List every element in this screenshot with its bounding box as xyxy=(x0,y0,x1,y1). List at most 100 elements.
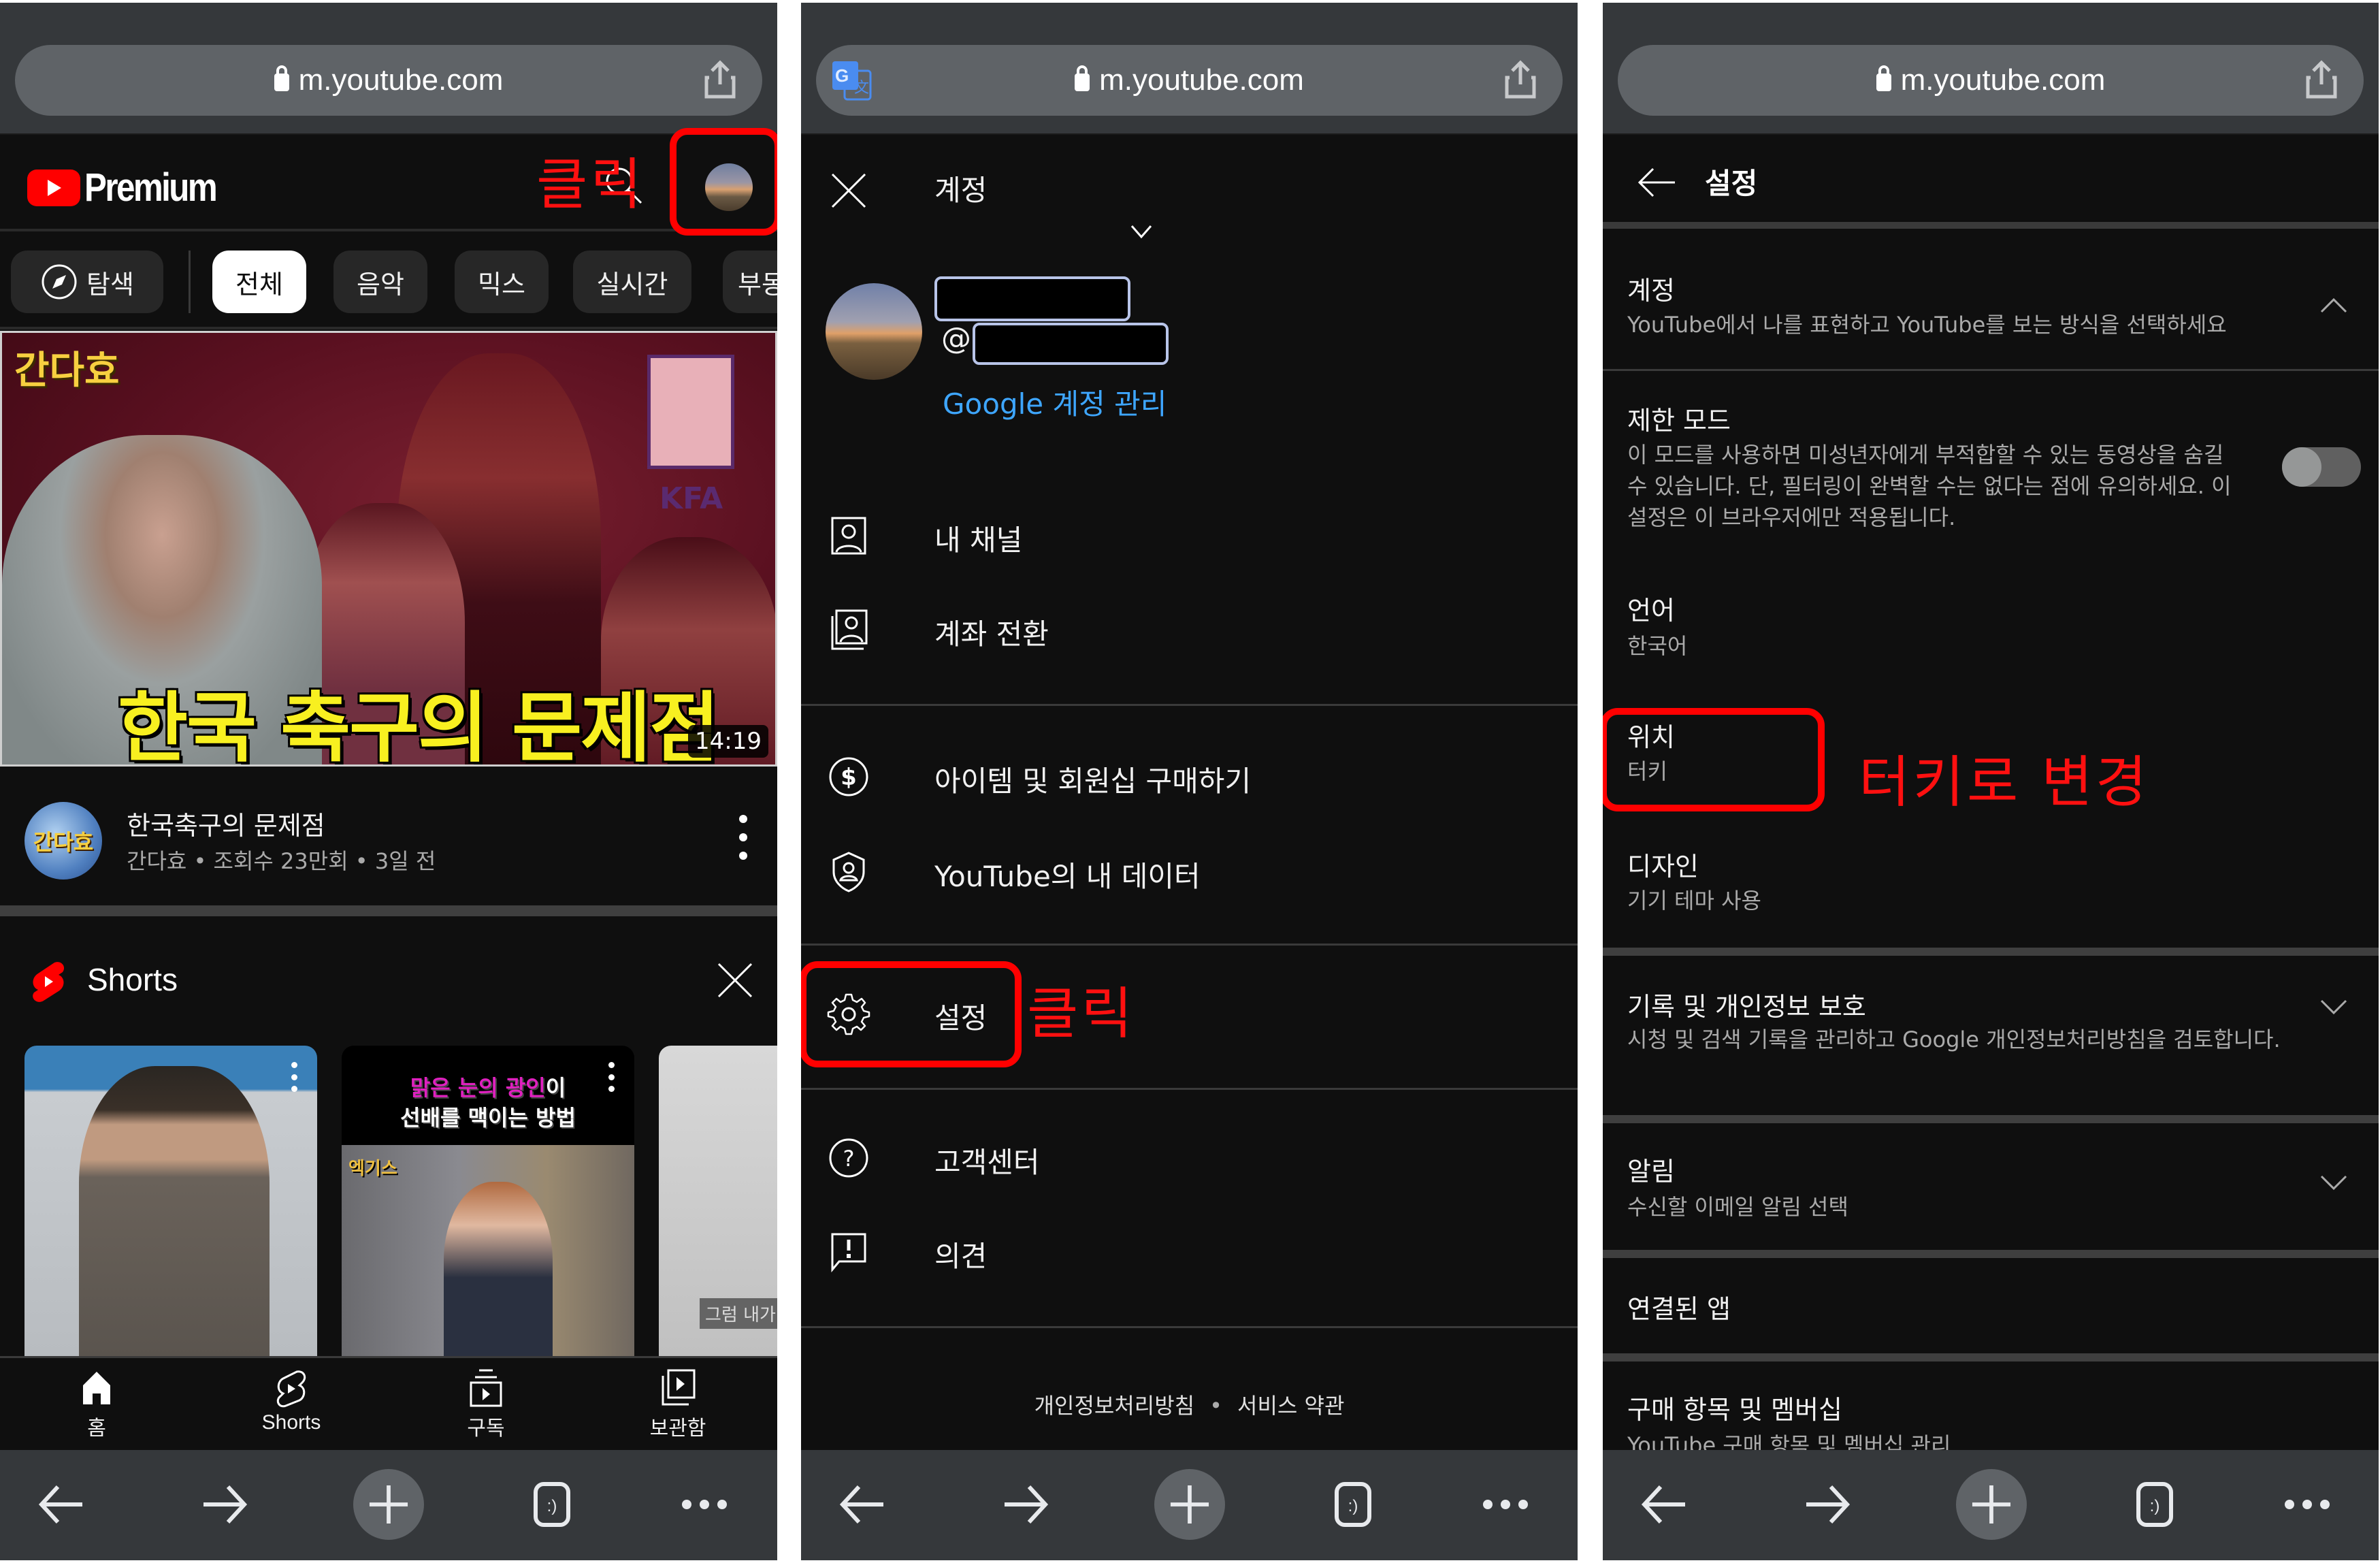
address-bar[interactable]: m.youtube.com xyxy=(1618,45,2364,116)
setting-history-privacy[interactable]: 기록 및 개인정보 보호 시청 및 검색 기록을 관리하고 Google 개인정… xyxy=(1603,956,2379,1115)
close-icon[interactable] xyxy=(828,170,869,211)
menu-item-feedback[interactable]: 의견 xyxy=(801,1208,1578,1296)
chevron-down-icon[interactable] xyxy=(1128,218,1155,245)
chip-explore[interactable]: 탐색 xyxy=(11,251,163,313)
setting-purchases-memberships[interactable]: 구매 항목 및 멤버십 YouTube 구매 항목 및 멤버십 관리 xyxy=(1603,1361,2379,1458)
tabs-button[interactable]: :) xyxy=(1316,1470,1390,1538)
menu-item-label: 고객센터 xyxy=(934,1146,1040,1179)
menu-item-purchases[interactable]: $ 아이템 및 회원십 구매하기 xyxy=(801,732,1578,821)
caption-highlight: 맑은 눈의 광인 xyxy=(410,1075,546,1101)
forward-button[interactable] xyxy=(186,1470,261,1538)
short-more-icon[interactable] xyxy=(608,1062,615,1092)
browser-bottom-bar: :) xyxy=(1603,1450,2379,1560)
youtube-home-screen: m.youtube.com Premium 클릭 탐색 전체 음악 믹스 실시간… xyxy=(0,3,777,1560)
shorts-icon xyxy=(276,1370,306,1408)
share-icon[interactable] xyxy=(704,60,736,99)
drawer-title: 계정 xyxy=(934,174,988,207)
menu-item-help[interactable]: ? 고객센터 xyxy=(801,1114,1578,1202)
lock-icon xyxy=(1075,65,1090,91)
menu-item-your-data[interactable]: YouTube의 내 데이터 xyxy=(801,828,1578,916)
setting-connected-apps[interactable]: 연결된 앱 xyxy=(1603,1258,2379,1353)
back-button[interactable] xyxy=(1627,1470,1702,1538)
new-tab-button[interactable] xyxy=(1954,1469,2029,1540)
menu-item-label: 내 채널 xyxy=(934,523,1023,557)
setting-design[interactable]: 디자인 기기 테마 사용 xyxy=(1603,817,2379,946)
address-bar[interactable]: m.youtube.com xyxy=(15,45,762,116)
browser-top-bar: m.youtube.com xyxy=(1603,3,2379,135)
short-card[interactable]: 맑은 눈의 광인이 선배를 맥이는 방법 엑기스 xyxy=(342,1046,634,1356)
more-button[interactable] xyxy=(667,1470,742,1538)
logo-text: Premium xyxy=(84,165,218,210)
section-divider xyxy=(1603,1115,2379,1123)
chevron-down-icon[interactable] xyxy=(2316,995,2351,1020)
chip-all[interactable]: 전체 xyxy=(212,251,306,313)
setting-account[interactable]: 계정 YouTube에서 나를 표현하고 YouTube를 보는 방식을 선택하… xyxy=(1603,236,2379,369)
tab-library[interactable]: 보관함 xyxy=(617,1368,739,1449)
browser-top-bar: G文 m.youtube.com xyxy=(801,3,1578,135)
new-tab-button[interactable] xyxy=(1152,1469,1227,1540)
menu-item-label: 아이템 및 회원십 구매하기 xyxy=(934,764,1252,798)
url-text: m.youtube.com xyxy=(298,63,504,97)
tabs-smiley-icon: :) xyxy=(1335,1482,1371,1527)
video-thumbnail[interactable]: KFA 간다효 한국 축구의 문제점 14:19 xyxy=(0,331,777,767)
channel-avatar-text: 간다효 xyxy=(33,829,94,855)
short-card[interactable] xyxy=(25,1046,317,1356)
more-button[interactable] xyxy=(2270,1470,2345,1538)
chip-label: 전체 xyxy=(235,269,283,300)
chip-label: 음악 xyxy=(357,269,404,300)
footer-links: 개인정보처리방침 • 서비스 약관 xyxy=(801,1389,1578,1420)
home-icon xyxy=(83,1372,110,1404)
channel-avatar[interactable]: 간다효 xyxy=(25,802,102,880)
short-more-icon[interactable] xyxy=(291,1062,298,1092)
shorts-title: Shorts xyxy=(87,962,178,997)
address-bar[interactable]: G文 m.youtube.com xyxy=(816,45,1563,116)
setting-language[interactable]: 언어 한국어 xyxy=(1603,562,2379,685)
settings-screen: m.youtube.com 설정 계정 YouTube에서 나를 표현하고 Yo… xyxy=(1603,3,2379,1560)
chip-music[interactable]: 음악 xyxy=(333,251,427,313)
tab-home[interactable]: 홈 xyxy=(35,1368,158,1449)
chevron-down-icon[interactable] xyxy=(2316,1171,2351,1195)
back-arrow-icon[interactable] xyxy=(1635,161,1679,204)
menu-item-switch-account[interactable]: 계좌 전환 xyxy=(801,585,1578,674)
tabs-button[interactable]: :) xyxy=(2117,1470,2192,1538)
tabs-button[interactable]: :) xyxy=(515,1470,589,1538)
short-card[interactable]: 그럼 내가 할 xyxy=(659,1046,777,1356)
chip-mix[interactable]: 믹스 xyxy=(455,251,549,313)
terms-of-service-link[interactable]: 서비스 약관 xyxy=(1237,1393,1344,1419)
back-button[interactable] xyxy=(826,1470,900,1538)
forward-arrow-icon xyxy=(1005,1485,1049,1524)
menu-item-my-channel[interactable]: 내 채널 xyxy=(801,492,1578,580)
share-icon[interactable] xyxy=(1504,60,1537,99)
new-tab-plus-icon xyxy=(369,1485,408,1524)
setting-restricted-mode[interactable]: 제한 모드 이 모드를 사용하면 미성년자에게 부적합할 수 있는 동영상을 숨… xyxy=(1603,371,2379,562)
close-icon[interactable] xyxy=(713,958,757,1002)
manage-google-account-link[interactable]: Google 계정 관리 xyxy=(943,381,1167,423)
account-drawer-header: 계정 xyxy=(801,136,1578,237)
forward-button[interactable] xyxy=(988,1470,1062,1538)
restricted-mode-toggle[interactable] xyxy=(2282,447,2361,487)
tab-shorts[interactable]: Shorts xyxy=(230,1368,353,1449)
more-button[interactable] xyxy=(1468,1470,1543,1538)
more-options-icon[interactable] xyxy=(736,810,750,865)
tab-subscriptions[interactable]: 구독 xyxy=(425,1368,547,1449)
privacy-policy-link[interactable]: 개인정보처리방침 xyxy=(1034,1393,1195,1419)
forward-button[interactable] xyxy=(1789,1470,1864,1538)
new-tab-button[interactable] xyxy=(351,1469,426,1540)
person-box-icon xyxy=(831,517,866,555)
back-arrow-icon xyxy=(38,1485,82,1524)
chip-real-estate[interactable]: 부동 xyxy=(723,251,777,313)
library-icon xyxy=(662,1369,696,1406)
setting-description: 이 모드를 사용하면 미성년자에게 부적합할 수 있는 동영상을 숨길 수 있습… xyxy=(1627,442,2232,530)
video-title[interactable]: 한국축구의 문제점 xyxy=(127,805,325,842)
setting-title: 기록 및 개인정보 보호 xyxy=(1627,992,1866,1022)
setting-notifications[interactable]: 알림 수신할 이메일 알림 선택 xyxy=(1603,1123,2379,1250)
chip-live[interactable]: 실시간 xyxy=(573,251,691,313)
chevron-up-icon[interactable] xyxy=(2316,293,2351,317)
back-button[interactable] xyxy=(25,1470,99,1538)
duration-badge: 14:19 xyxy=(688,725,768,758)
section-divider xyxy=(1603,1250,2379,1258)
annotation-highlight-box xyxy=(670,128,777,236)
setting-value: 한국어 xyxy=(1627,633,1688,659)
share-icon[interactable] xyxy=(2305,60,2338,99)
youtube-premium-logo[interactable]: Premium xyxy=(27,165,239,210)
